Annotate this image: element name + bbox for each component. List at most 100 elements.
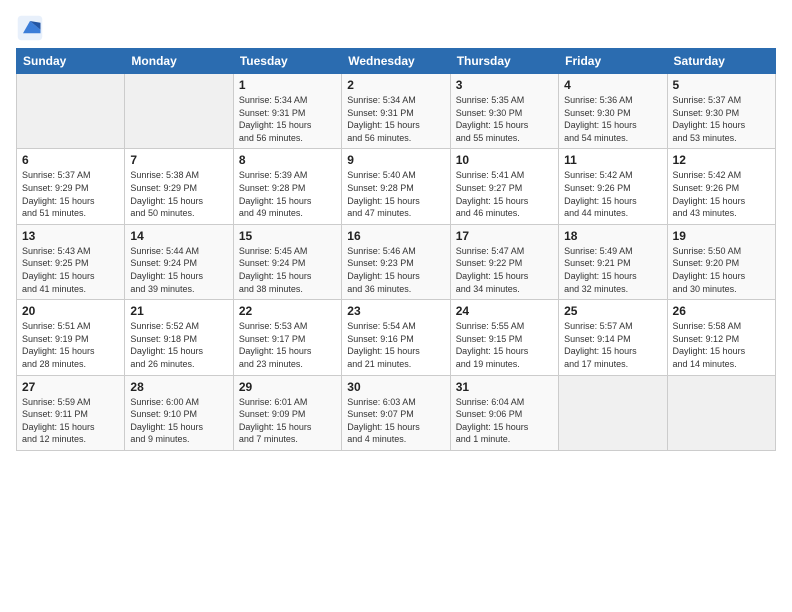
weekday-sunday: Sunday <box>17 49 125 74</box>
day-cell <box>667 375 775 450</box>
day-number: 18 <box>564 229 661 243</box>
day-detail: Sunrise: 5:50 AM Sunset: 9:20 PM Dayligh… <box>673 245 770 295</box>
weekday-monday: Monday <box>125 49 233 74</box>
day-number: 15 <box>239 229 336 243</box>
day-detail: Sunrise: 5:37 AM Sunset: 9:29 PM Dayligh… <box>22 169 119 219</box>
day-number: 2 <box>347 78 444 92</box>
day-detail: Sunrise: 5:55 AM Sunset: 9:15 PM Dayligh… <box>456 320 553 370</box>
weekday-saturday: Saturday <box>667 49 775 74</box>
week-row-5: 27 Sunrise: 5:59 AM Sunset: 9:11 PM Dayli… <box>17 375 776 450</box>
day-detail: Sunrise: 5:58 AM Sunset: 9:12 PM Dayligh… <box>673 320 770 370</box>
day-detail: Sunrise: 5:40 AM Sunset: 9:28 PM Dayligh… <box>347 169 444 219</box>
day-detail: Sunrise: 5:35 AM Sunset: 9:30 PM Dayligh… <box>456 94 553 144</box>
day-cell: 16 Sunrise: 5:46 AM Sunset: 9:23 PM Dayli… <box>342 224 450 299</box>
day-cell: 31Sunrise: 6:04 AM Sunset: 9:06 PM Dayli… <box>450 375 558 450</box>
day-number: 16 <box>347 229 444 243</box>
day-cell: 9 Sunrise: 5:40 AM Sunset: 9:28 PM Daylig… <box>342 149 450 224</box>
day-detail: Sunrise: 6:01 AM Sunset: 9:09 PM Dayligh… <box>239 396 336 446</box>
day-number: 28 <box>130 380 227 394</box>
day-number: 14 <box>130 229 227 243</box>
day-cell: 30 Sunrise: 6:03 AM Sunset: 9:07 PM Dayli… <box>342 375 450 450</box>
day-detail: Sunrise: 5:59 AM Sunset: 9:11 PM Dayligh… <box>22 396 119 446</box>
day-cell: 27 Sunrise: 5:59 AM Sunset: 9:11 PM Dayli… <box>17 375 125 450</box>
day-number: 6 <box>22 153 119 167</box>
day-cell: 3 Sunrise: 5:35 AM Sunset: 9:30 PM Daylig… <box>450 74 558 149</box>
day-cell: 26 Sunrise: 5:58 AM Sunset: 9:12 PM Dayli… <box>667 300 775 375</box>
day-detail: Sunrise: 5:37 AM Sunset: 9:30 PM Dayligh… <box>673 94 770 144</box>
day-detail: Sunrise: 6:00 AM Sunset: 9:10 PM Dayligh… <box>130 396 227 446</box>
day-detail: Sunrise: 5:38 AM Sunset: 9:29 PM Dayligh… <box>130 169 227 219</box>
day-number: 30 <box>347 380 444 394</box>
day-cell: 20 Sunrise: 5:51 AM Sunset: 9:19 PM Dayli… <box>17 300 125 375</box>
week-row-4: 20 Sunrise: 5:51 AM Sunset: 9:19 PM Dayli… <box>17 300 776 375</box>
day-number: 29 <box>239 380 336 394</box>
logo-icon <box>16 14 44 42</box>
day-number: 25 <box>564 304 661 318</box>
day-detail: Sunrise: 5:34 AM Sunset: 9:31 PM Dayligh… <box>347 94 444 144</box>
day-cell: 15 Sunrise: 5:45 AM Sunset: 9:24 PM Dayli… <box>233 224 341 299</box>
day-number: 23 <box>347 304 444 318</box>
day-cell: 6 Sunrise: 5:37 AM Sunset: 9:29 PM Daylig… <box>17 149 125 224</box>
day-cell: 29 Sunrise: 6:01 AM Sunset: 9:09 PM Dayli… <box>233 375 341 450</box>
header <box>16 10 776 42</box>
day-cell <box>559 375 667 450</box>
day-detail: Sunrise: 6:03 AM Sunset: 9:07 PM Dayligh… <box>347 396 444 446</box>
day-number: 7 <box>130 153 227 167</box>
weekday-tuesday: Tuesday <box>233 49 341 74</box>
day-detail: Sunrise: 5:57 AM Sunset: 9:14 PM Dayligh… <box>564 320 661 370</box>
weekday-header-row: SundayMondayTuesdayWednesdayThursdayFrid… <box>17 49 776 74</box>
page: SundayMondayTuesdayWednesdayThursdayFrid… <box>0 0 792 612</box>
day-detail: Sunrise: 5:54 AM Sunset: 9:16 PM Dayligh… <box>347 320 444 370</box>
day-cell: 21 Sunrise: 5:52 AM Sunset: 9:18 PM Dayli… <box>125 300 233 375</box>
day-number: 19 <box>673 229 770 243</box>
day-detail: Sunrise: 5:42 AM Sunset: 9:26 PM Dayligh… <box>564 169 661 219</box>
weekday-friday: Friday <box>559 49 667 74</box>
day-detail: Sunrise: 5:53 AM Sunset: 9:17 PM Dayligh… <box>239 320 336 370</box>
day-cell: 18 Sunrise: 5:49 AM Sunset: 9:21 PM Dayli… <box>559 224 667 299</box>
day-number: 13 <box>22 229 119 243</box>
day-number: 21 <box>130 304 227 318</box>
day-detail: Sunrise: 6:04 AM Sunset: 9:06 PM Dayligh… <box>456 396 553 446</box>
day-detail: Sunrise: 5:43 AM Sunset: 9:25 PM Dayligh… <box>22 245 119 295</box>
logo <box>16 14 48 42</box>
day-detail: Sunrise: 5:39 AM Sunset: 9:28 PM Dayligh… <box>239 169 336 219</box>
day-number: 1 <box>239 78 336 92</box>
day-number: 26 <box>673 304 770 318</box>
day-number: 27 <box>22 380 119 394</box>
day-number: 17 <box>456 229 553 243</box>
day-cell: 14 Sunrise: 5:44 AM Sunset: 9:24 PM Dayli… <box>125 224 233 299</box>
day-number: 10 <box>456 153 553 167</box>
day-cell: 5 Sunrise: 5:37 AM Sunset: 9:30 PM Daylig… <box>667 74 775 149</box>
day-number: 9 <box>347 153 444 167</box>
day-detail: Sunrise: 5:47 AM Sunset: 9:22 PM Dayligh… <box>456 245 553 295</box>
day-cell: 24Sunrise: 5:55 AM Sunset: 9:15 PM Dayli… <box>450 300 558 375</box>
day-detail: Sunrise: 5:45 AM Sunset: 9:24 PM Dayligh… <box>239 245 336 295</box>
day-number: 20 <box>22 304 119 318</box>
weekday-wednesday: Wednesday <box>342 49 450 74</box>
day-detail: Sunrise: 5:46 AM Sunset: 9:23 PM Dayligh… <box>347 245 444 295</box>
week-row-3: 13 Sunrise: 5:43 AM Sunset: 9:25 PM Dayli… <box>17 224 776 299</box>
day-cell: 28 Sunrise: 6:00 AM Sunset: 9:10 PM Dayli… <box>125 375 233 450</box>
day-number: 8 <box>239 153 336 167</box>
day-cell: 4 Sunrise: 5:36 AM Sunset: 9:30 PM Daylig… <box>559 74 667 149</box>
day-detail: Sunrise: 5:49 AM Sunset: 9:21 PM Dayligh… <box>564 245 661 295</box>
day-cell: 11 Sunrise: 5:42 AM Sunset: 9:26 PM Dayli… <box>559 149 667 224</box>
day-number: 3 <box>456 78 553 92</box>
week-row-2: 6 Sunrise: 5:37 AM Sunset: 9:29 PM Daylig… <box>17 149 776 224</box>
day-cell: 8 Sunrise: 5:39 AM Sunset: 9:28 PM Daylig… <box>233 149 341 224</box>
calendar-table: SundayMondayTuesdayWednesdayThursdayFrid… <box>16 48 776 451</box>
day-detail: Sunrise: 5:51 AM Sunset: 9:19 PM Dayligh… <box>22 320 119 370</box>
day-cell: 10Sunrise: 5:41 AM Sunset: 9:27 PM Dayli… <box>450 149 558 224</box>
day-number: 12 <box>673 153 770 167</box>
day-number: 5 <box>673 78 770 92</box>
day-number: 11 <box>564 153 661 167</box>
day-cell: 12Sunrise: 5:42 AM Sunset: 9:26 PM Dayli… <box>667 149 775 224</box>
weekday-thursday: Thursday <box>450 49 558 74</box>
day-number: 22 <box>239 304 336 318</box>
day-detail: Sunrise: 5:34 AM Sunset: 9:31 PM Dayligh… <box>239 94 336 144</box>
day-detail: Sunrise: 5:52 AM Sunset: 9:18 PM Dayligh… <box>130 320 227 370</box>
day-number: 4 <box>564 78 661 92</box>
day-detail: Sunrise: 5:36 AM Sunset: 9:30 PM Dayligh… <box>564 94 661 144</box>
day-detail: Sunrise: 5:44 AM Sunset: 9:24 PM Dayligh… <box>130 245 227 295</box>
day-cell: 17 Sunrise: 5:47 AM Sunset: 9:22 PM Dayli… <box>450 224 558 299</box>
